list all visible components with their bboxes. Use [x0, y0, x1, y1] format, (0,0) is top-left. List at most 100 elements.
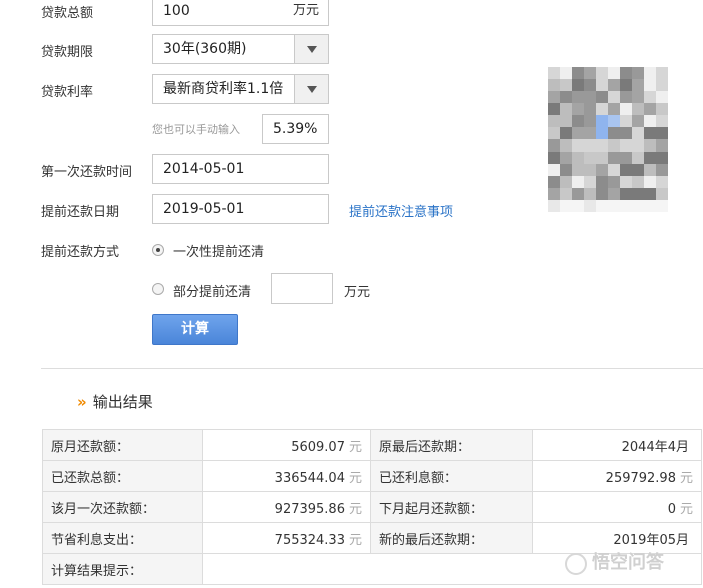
prepay-notice-link[interactable]: 提前还款注意事项	[349, 201, 453, 220]
manual-rate-hint: 您也可以手动输入	[152, 123, 240, 136]
mosaic-cell	[620, 139, 632, 152]
mosaic-cell	[632, 115, 644, 128]
mosaic-cell	[560, 127, 572, 140]
mosaic-cell	[572, 127, 584, 140]
value-text: 927395.86	[274, 501, 345, 517]
mosaic-cell	[644, 187, 656, 200]
mosaic-cell	[656, 115, 668, 128]
mosaic-cell	[620, 79, 632, 92]
loan-term-label: 贷款期限	[41, 45, 94, 60]
pixelated-qr-image	[548, 67, 668, 212]
prepay-date-label: 提前还款日期	[41, 205, 120, 220]
manual-rate-input[interactable]: 5.39%	[262, 114, 329, 144]
mosaic-cell	[560, 175, 572, 188]
mosaic-cell	[548, 91, 560, 104]
mosaic-cell	[596, 187, 608, 200]
mosaic-cell	[656, 199, 668, 212]
mosaic-cell	[632, 103, 644, 116]
mosaic-cell	[560, 187, 572, 200]
mosaic-cell	[608, 175, 620, 188]
mosaic-cell	[596, 115, 608, 128]
result-key: 该月一次还款额：	[42, 491, 203, 523]
prepay-date-input[interactable]: 2019-05-01	[152, 194, 329, 224]
loan-term-value: 30年(360期)	[163, 41, 247, 57]
table-row: 该月一次还款额： 927395.86 元 下月起月还款额： 0元	[42, 491, 702, 523]
mode-partial-label[interactable]: 部分提前还清	[173, 281, 251, 300]
mosaic-cell	[572, 103, 584, 116]
mosaic-cell	[620, 103, 632, 116]
result-key: 原最后还款期：	[370, 429, 533, 461]
prepay-date-value: 2019-05-01	[163, 201, 245, 217]
mosaic-cell	[548, 67, 560, 80]
loan-total-input[interactable]: 100 万元	[152, 0, 329, 26]
mosaic-cell	[620, 163, 632, 176]
mode-full-label[interactable]: 一次性提前还清	[173, 241, 264, 260]
mosaic-cell	[584, 139, 596, 152]
mosaic-cell	[644, 67, 656, 80]
result-value: 336544.04 元	[202, 460, 371, 492]
mosaic-cell	[632, 91, 644, 104]
mode-partial-radio[interactable]	[152, 283, 164, 295]
mode-full-radio[interactable]	[152, 244, 164, 256]
result-value: 2044年4月	[532, 429, 702, 461]
loan-rate-value: 最新商贷利率1.1倍	[163, 81, 284, 97]
chevron-down-icon[interactable]	[294, 35, 328, 63]
mosaic-cell	[548, 139, 560, 152]
mosaic-cell	[572, 115, 584, 128]
mosaic-cell	[632, 163, 644, 176]
mosaic-cell	[560, 151, 572, 164]
mosaic-cell	[596, 139, 608, 152]
mosaic-cell	[584, 91, 596, 104]
value-text: 2019年05月	[613, 532, 689, 548]
mosaic-cell	[560, 139, 572, 152]
mosaic-cell	[560, 67, 572, 80]
mosaic-cell	[596, 163, 608, 176]
mosaic-cell	[572, 151, 584, 164]
unit-text: 元	[679, 501, 693, 517]
mosaic-cell	[644, 91, 656, 104]
result-key: 新的最后还款期：	[370, 522, 533, 554]
calculate-button[interactable]: 计算	[152, 314, 238, 345]
loan-total-value: 100	[163, 3, 190, 19]
mosaic-cell	[572, 163, 584, 176]
chevron-down-icon[interactable]	[294, 75, 328, 103]
mosaic-cell	[632, 175, 644, 188]
mosaic-cell	[620, 151, 632, 164]
result-value: 0元	[532, 491, 702, 523]
mosaic-cell	[608, 187, 620, 200]
mosaic-cell	[584, 103, 596, 116]
partial-amount-input[interactable]	[271, 273, 333, 304]
first-pay-date-value: 2014-05-01	[163, 161, 245, 177]
mosaic-cell	[572, 67, 584, 80]
mosaic-cell	[548, 127, 560, 140]
loan-term-select[interactable]: 30年(360期)	[152, 34, 329, 64]
mosaic-cell	[644, 127, 656, 140]
mosaic-cell	[560, 163, 572, 176]
result-value: 927395.86 元	[202, 491, 371, 523]
mosaic-cell	[644, 115, 656, 128]
value-text: 5609.07	[291, 439, 345, 455]
mosaic-cell	[656, 91, 668, 104]
partial-unit: 万元	[344, 285, 371, 300]
first-pay-date-input[interactable]: 2014-05-01	[152, 154, 329, 184]
mosaic-cell	[548, 199, 560, 212]
mosaic-cell	[596, 199, 608, 212]
mosaic-cell	[632, 139, 644, 152]
mosaic-cell	[584, 115, 596, 128]
mosaic-cell	[548, 151, 560, 164]
mosaic-cell	[608, 115, 620, 128]
value-text: 0	[667, 501, 676, 517]
double-chevron-icon: »	[77, 393, 87, 411]
mosaic-cell	[620, 199, 632, 212]
mosaic-cell	[608, 199, 620, 212]
mosaic-cell	[596, 175, 608, 188]
mosaic-cell	[632, 151, 644, 164]
result-key: 原月还款额：	[42, 429, 203, 461]
mosaic-cell	[596, 103, 608, 116]
mosaic-cell	[560, 91, 572, 104]
mosaic-cell	[548, 115, 560, 128]
loan-rate-select[interactable]: 最新商贷利率1.1倍	[152, 74, 329, 104]
result-key: 计算结果提示：	[42, 553, 203, 585]
result-key: 已还款总额：	[42, 460, 203, 492]
unit-text: 元	[348, 501, 362, 517]
